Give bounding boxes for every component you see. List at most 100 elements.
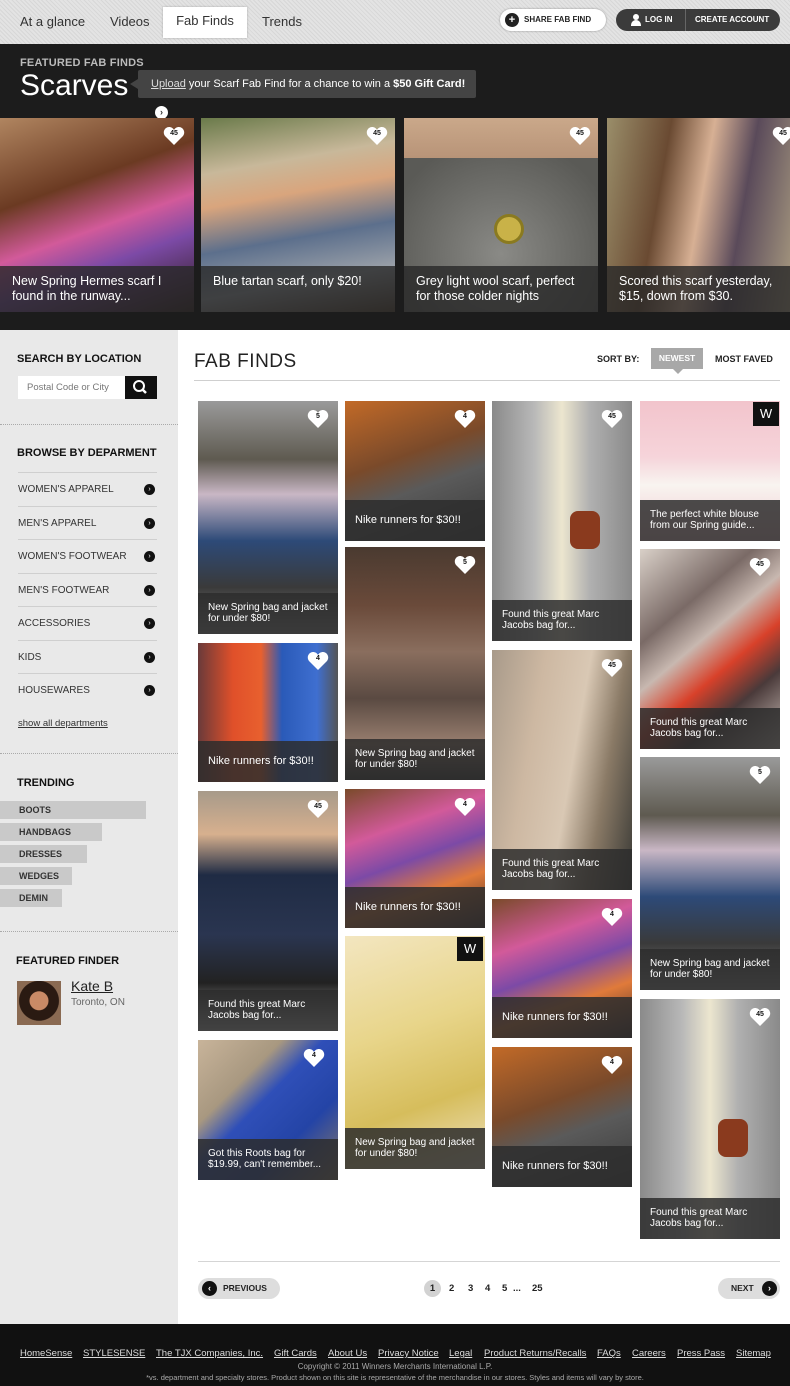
fab-find-card[interactable]: W The perfect white blouse from our Spri… xyxy=(640,401,780,541)
page-number-current[interactable]: 1 xyxy=(424,1280,441,1297)
previous-button[interactable]: ‹ PREVIOUS xyxy=(198,1278,280,1299)
footer-link[interactable]: FAQs xyxy=(597,1348,621,1359)
card-caption: Found this great Marc Jacobs bag for... xyxy=(640,1198,780,1239)
trending-tag[interactable]: HANDBAGS xyxy=(0,823,102,841)
hero-card[interactable]: 45 Blue tartan scarf, only $20! xyxy=(201,118,395,312)
heart-icon[interactable]: 45 xyxy=(772,126,790,146)
heart-icon[interactable]: 45 xyxy=(749,1007,771,1027)
page-number[interactable]: 3 xyxy=(468,1281,473,1297)
heart-icon[interactable]: 45 xyxy=(569,126,591,146)
heart-icon[interactable]: 5 xyxy=(307,409,329,429)
department-item[interactable]: KIDS › xyxy=(18,640,157,673)
heart-icon[interactable]: 45 xyxy=(601,409,623,429)
previous-label: PREVIOUS xyxy=(223,1283,267,1293)
trending-tag[interactable]: DEMIN xyxy=(0,889,62,907)
sort-newest-button[interactable]: NEWEST xyxy=(651,348,703,374)
trending-tag[interactable]: DRESSES xyxy=(0,845,87,863)
fab-find-card[interactable]: 5 New Spring bag and jacket for under $8… xyxy=(345,547,485,780)
trending-tag[interactable]: BOOTS xyxy=(0,801,146,819)
department-item[interactable]: HOUSEWARES › xyxy=(18,673,157,706)
card-caption: Found this great Marc Jacobs bag for... xyxy=(640,708,780,749)
department-item[interactable]: WOMEN'S APPAREL › xyxy=(18,472,157,505)
fab-find-card[interactable]: 4 Nike runners for $30!! xyxy=(492,1047,632,1187)
fab-find-card[interactable]: W New Spring bag and jacket for under $8… xyxy=(345,936,485,1169)
fab-find-card[interactable]: 45 Found this great Marc Jacobs bag for.… xyxy=(640,549,780,749)
heart-icon[interactable]: 4 xyxy=(601,1055,623,1075)
fab-find-card[interactable]: 4 Nike runners for $30!! xyxy=(345,789,485,928)
footer-link[interactable]: Gift Cards xyxy=(274,1348,317,1359)
footer-link[interactable]: The TJX Companies, Inc. xyxy=(156,1348,263,1359)
search-button[interactable] xyxy=(125,376,157,399)
tab-trends[interactable]: Trends xyxy=(262,8,302,38)
heart-icon[interactable]: 4 xyxy=(454,797,476,817)
heart-count: 45 xyxy=(608,662,616,669)
hero-card[interactable]: 45 Scored this scarf yesterday, $15, dow… xyxy=(607,118,790,312)
hero-card[interactable]: 45 Grey light wool scarf, perfect for th… xyxy=(404,118,598,312)
fab-find-card[interactable]: 4 Nike runners for $30!! xyxy=(345,401,485,541)
trending-tag[interactable]: WEDGES xyxy=(0,867,72,885)
fab-find-card[interactable]: 4 Nike runners for $30!! xyxy=(198,643,338,782)
fab-find-card[interactable]: 5 New Spring bag and jacket for under $8… xyxy=(640,757,780,990)
divider xyxy=(194,380,780,381)
hero-card[interactable]: 45 New Spring Hermes scarf I found in th… xyxy=(0,118,194,312)
fab-find-card[interactable]: 4 Nike runners for $30!! xyxy=(492,899,632,1038)
page-number[interactable]: 25 xyxy=(532,1281,543,1297)
heart-icon[interactable]: 4 xyxy=(303,1048,325,1068)
auth-bar: LOG IN CREATE ACCOUNT xyxy=(616,9,780,31)
footer-link[interactable]: Sitemap xyxy=(736,1348,771,1359)
fab-find-card[interactable]: 45 Found this great Marc Jacobs bag for.… xyxy=(492,401,632,641)
arrow-right-icon: › xyxy=(144,484,155,495)
login-button[interactable]: LOG IN xyxy=(616,9,686,31)
upload-link[interactable]: Upload xyxy=(151,78,186,90)
create-account-button[interactable]: CREATE ACCOUNT xyxy=(695,9,769,31)
tab-fab-finds[interactable]: Fab Finds xyxy=(163,7,247,38)
sort-most-faved-button[interactable]: MOST FAVED xyxy=(715,354,773,364)
show-all-departments-link[interactable]: show all departments xyxy=(18,718,108,729)
tab-videos[interactable]: Videos xyxy=(110,8,150,38)
location-search-input[interactable]: Postal Code or City xyxy=(18,376,125,399)
heart-icon[interactable]: 5 xyxy=(454,555,476,575)
footer-link[interactable]: Careers xyxy=(632,1348,666,1359)
department-item[interactable]: WOMEN'S FOOTWEAR › xyxy=(18,539,157,572)
footer-link[interactable]: HomeSense xyxy=(20,1348,72,1359)
fab-find-card[interactable]: 5 New Spring bag and jacket for under $8… xyxy=(198,401,338,634)
login-label: LOG IN xyxy=(645,15,673,24)
tab-at-a-glance[interactable]: At a glance xyxy=(20,8,85,38)
department-item[interactable]: MEN'S APPAREL › xyxy=(18,506,157,539)
footer-link[interactable]: About Us xyxy=(328,1348,367,1359)
heart-icon[interactable]: 45 xyxy=(366,126,388,146)
department-item[interactable]: ACCESSORIES › xyxy=(18,606,157,639)
fab-find-card[interactable]: 4 Got this Roots bag for $19.99, can't r… xyxy=(198,1040,338,1180)
heart-icon[interactable]: 5 xyxy=(749,765,771,785)
footer-link[interactable]: Product Returns/Recalls xyxy=(484,1348,586,1359)
heart-icon[interactable]: 4 xyxy=(601,907,623,927)
footer-link[interactable]: Privacy Notice xyxy=(378,1348,439,1359)
featured-title: Scarves xyxy=(20,69,129,102)
page-number[interactable]: 5 xyxy=(502,1281,507,1297)
footer-link[interactable]: Legal xyxy=(449,1348,472,1359)
heart-icon[interactable]: 45 xyxy=(749,557,771,577)
heart-icon[interactable]: 45 xyxy=(307,799,329,819)
page-number[interactable]: 2 xyxy=(449,1281,454,1297)
fab-find-card[interactable]: 45 Found this great Marc Jacobs bag for.… xyxy=(640,999,780,1239)
heart-icon[interactable]: 4 xyxy=(454,409,476,429)
department-label: HOUSEWARES xyxy=(18,685,90,696)
finder-name-link[interactable]: Kate B xyxy=(71,978,113,994)
next-button[interactable]: NEXT › xyxy=(718,1278,780,1299)
heart-icon[interactable]: 45 xyxy=(601,658,623,678)
page-number[interactable]: 4 xyxy=(485,1281,490,1297)
card-caption: Nike runners for $30!! xyxy=(198,741,338,782)
avatar[interactable] xyxy=(17,981,61,1025)
share-fab-find-button[interactable]: + SHARE FAB FIND xyxy=(500,9,606,31)
fab-find-card[interactable]: 45 Found this great Marc Jacobs bag for.… xyxy=(492,650,632,890)
footer-link[interactable]: STYLESENSE xyxy=(83,1348,145,1359)
heart-icon[interactable]: 4 xyxy=(307,651,329,671)
department-item[interactable]: MEN'S FOOTWEAR › xyxy=(18,573,157,606)
heart-icon[interactable]: 45 xyxy=(163,126,185,146)
hero-caption: Grey light wool scarf, perfect for those… xyxy=(404,266,598,312)
fab-find-card[interactable]: 45 Found this great Marc Jacobs bag for.… xyxy=(198,791,338,1031)
arrow-right-icon[interactable]: › xyxy=(155,105,168,119)
upload-promo: Upload your Scarf Fab Find for a chance … xyxy=(130,70,476,119)
footer-link[interactable]: Press Pass xyxy=(677,1348,725,1359)
heart-count: 45 xyxy=(756,1011,764,1018)
